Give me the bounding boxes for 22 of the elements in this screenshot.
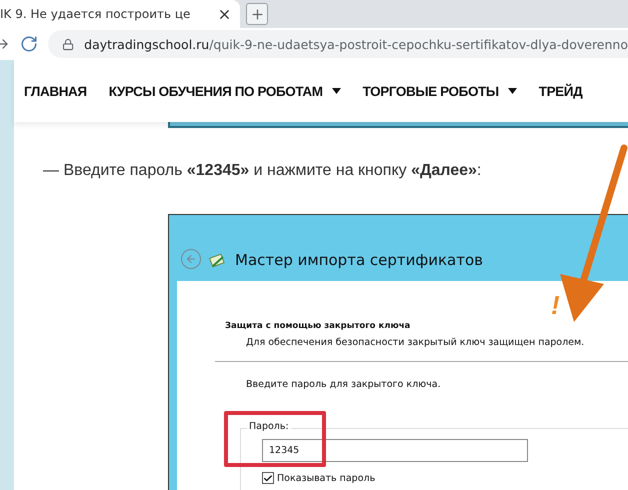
nav-link[interactable]: ТРЕЙД xyxy=(538,84,582,98)
nav-link[interactable]: КУРСЫ ОБУЧЕНИЯ ПО РОБОТАМ xyxy=(108,84,341,98)
password-field[interactable]: 12345 xyxy=(262,439,528,462)
checkbox-label: Показывать пароль xyxy=(277,472,376,484)
plus-icon xyxy=(250,6,264,22)
instruction-text: — Введите пароль «12345» и нажмите на кнопку «Далее»: xyxy=(43,162,482,180)
lock-icon xyxy=(62,38,74,50)
exclamation-mark: ! xyxy=(551,292,560,318)
new-tab-button[interactable] xyxy=(246,3,268,25)
nav-link[interactable]: ТОРГОВЫЕ РОБОТЫ xyxy=(362,84,517,98)
forward-icon[interactable] xyxy=(0,37,10,51)
address-bar[interactable]: daytradingschool.ru/quik-9-ne-udaetsya-postroit-cepochku-sertifikatov-dlya-doverenno xyxy=(48,30,628,58)
password-prompt: Введите пароль для закрытого ключа. xyxy=(246,379,442,390)
reload-icon[interactable] xyxy=(20,35,38,53)
browser-tab[interactable]: IK 9. Не удается построить це xyxy=(0,0,240,28)
back-arrow-icon xyxy=(185,253,197,265)
group-label: Пароль: xyxy=(247,421,291,432)
nav-link[interactable]: ГЛАВНАЯ xyxy=(24,84,87,98)
section-description: Для обеспечения безопасности закрытый ключ защищен паролем. xyxy=(246,337,586,348)
section-title: Защита с помощью закрытого ключа xyxy=(225,321,412,331)
show-password-checkbox[interactable] xyxy=(262,472,274,484)
wizard-title: Мастер импорта сертификатов xyxy=(235,251,483,269)
